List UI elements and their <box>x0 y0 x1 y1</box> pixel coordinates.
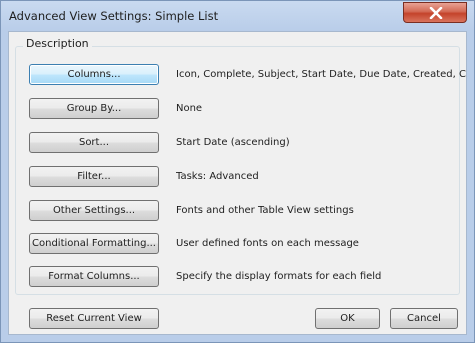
description-group-label: Description <box>23 37 92 50</box>
columns-value: Icon, Complete, Subject, Start Date, Due… <box>176 69 466 80</box>
conditional-formatting-value: User defined fonts on each message <box>176 238 359 249</box>
group-by-value: None <box>176 103 203 114</box>
ok-button[interactable]: OK <box>315 308 380 329</box>
other-settings-button[interactable]: Other Settings... <box>29 200 159 221</box>
group-by-button[interactable]: Group By... <box>29 98 159 119</box>
window-title: Advanced View Settings: Simple List <box>9 9 219 23</box>
sort-button[interactable]: Sort... <box>29 132 159 153</box>
title-bar[interactable]: Advanced View Settings: Simple List <box>1 1 474 31</box>
other-settings-value: Fonts and other Table View settings <box>176 205 354 216</box>
filter-button[interactable]: Filter... <box>29 166 159 187</box>
reset-current-view-button[interactable]: Reset Current View <box>29 308 159 329</box>
format-columns-value: Specify the display formats for each fie… <box>176 271 382 282</box>
dialog-body: Description Columns... Icon, Complete, S… <box>8 31 467 335</box>
columns-button[interactable]: Columns... <box>29 64 159 85</box>
conditional-formatting-button[interactable]: Conditional Formatting... <box>29 233 159 254</box>
format-columns-button[interactable]: Format Columns... <box>29 266 159 287</box>
dialog-window: Advanced View Settings: Simple List Desc… <box>0 0 475 343</box>
close-icon <box>429 7 443 19</box>
cancel-button[interactable]: Cancel <box>390 308 458 329</box>
close-button[interactable] <box>403 2 467 23</box>
filter-value: Tasks: Advanced <box>176 171 259 182</box>
sort-value: Start Date (ascending) <box>176 137 290 148</box>
